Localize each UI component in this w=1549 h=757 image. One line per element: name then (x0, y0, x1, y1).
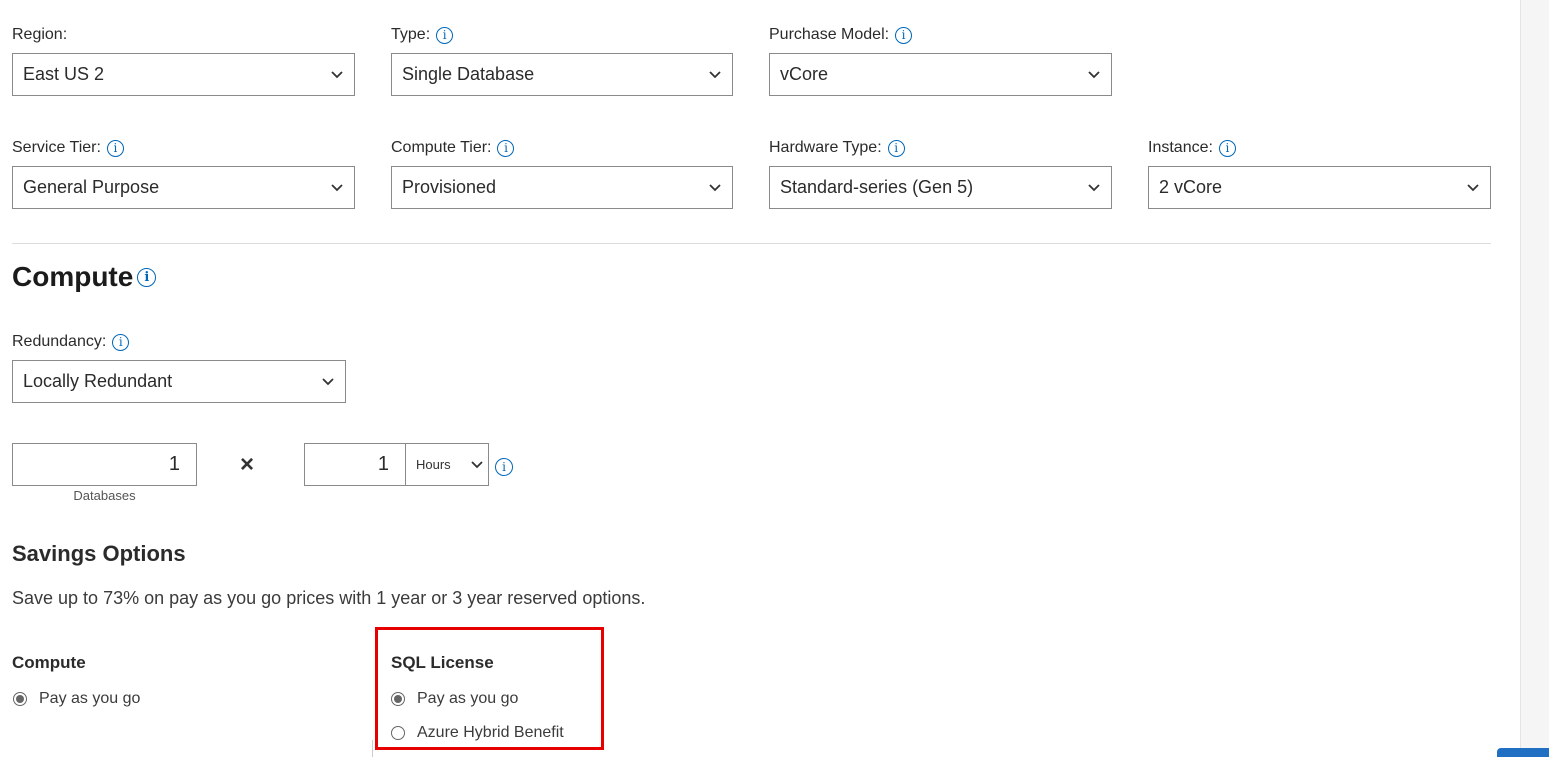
compute-tier-label: Compute Tier: i (391, 136, 515, 160)
hours-unit-value: Hours (416, 457, 451, 472)
purchase-model-select[interactable]: vCore (769, 53, 1112, 96)
chevron-down-icon (709, 183, 721, 191)
radio-label: Pay as you go (417, 690, 519, 707)
info-icon[interactable]: i (436, 26, 454, 44)
info-icon[interactable]: i (495, 458, 513, 476)
type-value: Single Database (402, 64, 535, 84)
multiply-icon: × (240, 451, 255, 478)
hardware-type-label: Hardware Type: i (769, 136, 905, 160)
databases-input[interactable]: 1 (12, 443, 197, 486)
radio-label: Pay as you go (39, 690, 141, 707)
type-select[interactable]: Single Database (391, 53, 733, 96)
service-tier-select[interactable]: General Purpose (12, 166, 355, 209)
info-icon[interactable]: i (112, 333, 130, 351)
service-tier-value: General Purpose (23, 177, 160, 197)
radio-selected-icon (13, 692, 27, 706)
radio-selected-icon (391, 692, 405, 706)
radio-unselected-icon (391, 726, 405, 740)
vertical-scrollbar[interactable] (1520, 0, 1549, 757)
hours-input[interactable]: 1 (305, 444, 406, 485)
compute-savings-title: Compute (12, 653, 86, 672)
compute-heading: Compute i (12, 261, 157, 293)
hardware-type-value: Standard-series (Gen 5) (780, 177, 974, 197)
chevron-down-icon (1088, 183, 1100, 191)
chevron-down-icon (709, 70, 721, 78)
purchase-model-label: Purchase Model: i (769, 23, 913, 47)
compute-tier-value: Provisioned (402, 177, 497, 197)
region-label: Region: (12, 26, 68, 43)
info-icon[interactable]: i (1218, 139, 1236, 157)
instance-label: Instance: i (1148, 136, 1236, 160)
hours-group: 1 Hours (304, 443, 489, 486)
license-pay-as-you-go-radio[interactable]: Pay as you go (391, 688, 518, 710)
chevron-down-icon (471, 460, 483, 468)
chevron-down-icon (1088, 70, 1100, 78)
compute-pay-as-you-go-radio[interactable]: Pay as you go (13, 688, 140, 710)
info-icon[interactable]: i (895, 26, 913, 44)
info-icon[interactable]: i (137, 267, 157, 287)
instance-value: 2 vCore (1159, 177, 1223, 197)
info-icon[interactable]: i (887, 139, 905, 157)
purchase-model-value: vCore (780, 64, 829, 84)
redundancy-label: Redundancy: i (12, 330, 130, 354)
chevron-down-icon (322, 377, 334, 385)
redundancy-value: Locally Redundant (23, 371, 173, 391)
savings-heading: Savings Options (12, 541, 186, 566)
sql-license-title: SQL License (391, 653, 494, 672)
hours-unit-select[interactable]: Hours (406, 444, 488, 485)
license-azure-hybrid-benefit-radio[interactable]: Azure Hybrid Benefit (391, 722, 564, 744)
databases-caption: Databases (73, 488, 136, 503)
info-icon[interactable]: i (106, 139, 124, 157)
service-tier-label: Service Tier: i (12, 136, 124, 160)
chevron-down-icon (331, 183, 343, 191)
redundancy-select[interactable]: Locally Redundant (12, 360, 346, 403)
chevron-down-icon (1467, 183, 1479, 191)
column-divider (372, 740, 373, 757)
region-value: East US 2 (23, 64, 105, 84)
scroll-to-top-button[interactable] (1497, 748, 1549, 757)
info-icon[interactable]: i (497, 139, 515, 157)
type-label: Type: i (391, 23, 454, 47)
chevron-down-icon (331, 70, 343, 78)
section-divider (12, 243, 1491, 244)
radio-label: Azure Hybrid Benefit (417, 724, 564, 741)
savings-description: Save up to 73% on pay as you go prices w… (12, 588, 646, 608)
region-select[interactable]: East US 2 (12, 53, 355, 96)
hardware-type-select[interactable]: Standard-series (Gen 5) (769, 166, 1112, 209)
instance-select[interactable]: 2 vCore (1148, 166, 1491, 209)
compute-tier-select[interactable]: Provisioned (391, 166, 733, 209)
